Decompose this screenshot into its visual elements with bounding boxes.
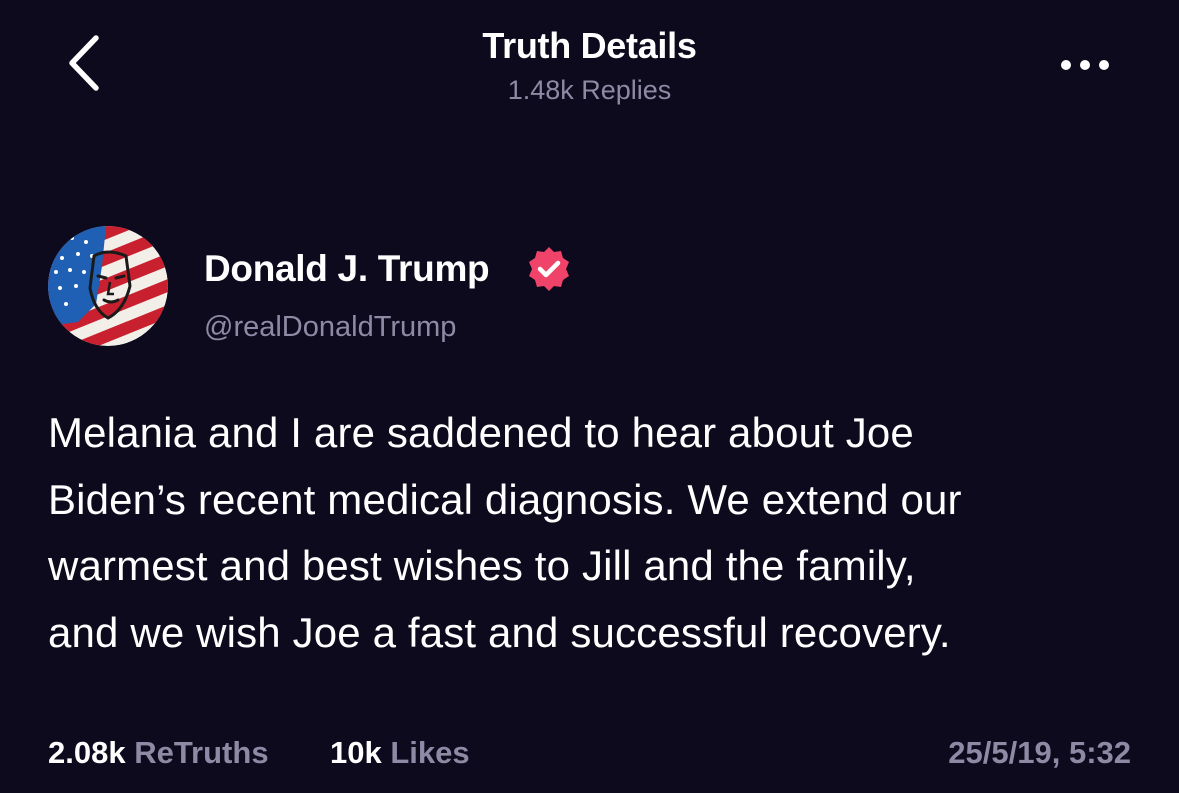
likes-stat[interactable]: 10k Likes — [330, 728, 470, 778]
header-titles: Truth Details 1.48k Replies — [0, 24, 1179, 108]
retruths-stat[interactable]: 2.08k ReTruths — [48, 728, 269, 778]
more-options-button[interactable] — [1050, 38, 1120, 92]
likes-count: 10k — [330, 735, 382, 770]
post-text: Melania and I are saddened to hear about… — [48, 409, 962, 656]
post-stats: 2.08k ReTruths 10k Likes 25/5/19, 5:32 — [48, 728, 1131, 778]
verified-badge-icon — [524, 244, 574, 294]
retruths-count: 2.08k — [48, 735, 126, 770]
post-timestamp: 25/5/19, 5:32 — [948, 735, 1131, 770]
author-handle[interactable]: @realDonaldTrump — [204, 308, 456, 346]
top-bar: Truth Details 1.48k Replies — [0, 0, 1179, 130]
avatar[interactable] — [48, 226, 168, 346]
avatar-image — [48, 226, 168, 346]
author-name[interactable]: Donald J. Trump — [204, 246, 490, 292]
reply-count: 1.48k Replies — [507, 75, 672, 105]
retruths-label: ReTruths — [134, 735, 269, 770]
more-horizontal-icon — [1061, 60, 1109, 70]
post-author: Donald J. Trump @realDonaldTrump — [48, 226, 1128, 356]
likes-label: Likes — [390, 735, 470, 770]
page-title: Truth Details — [482, 25, 697, 66]
